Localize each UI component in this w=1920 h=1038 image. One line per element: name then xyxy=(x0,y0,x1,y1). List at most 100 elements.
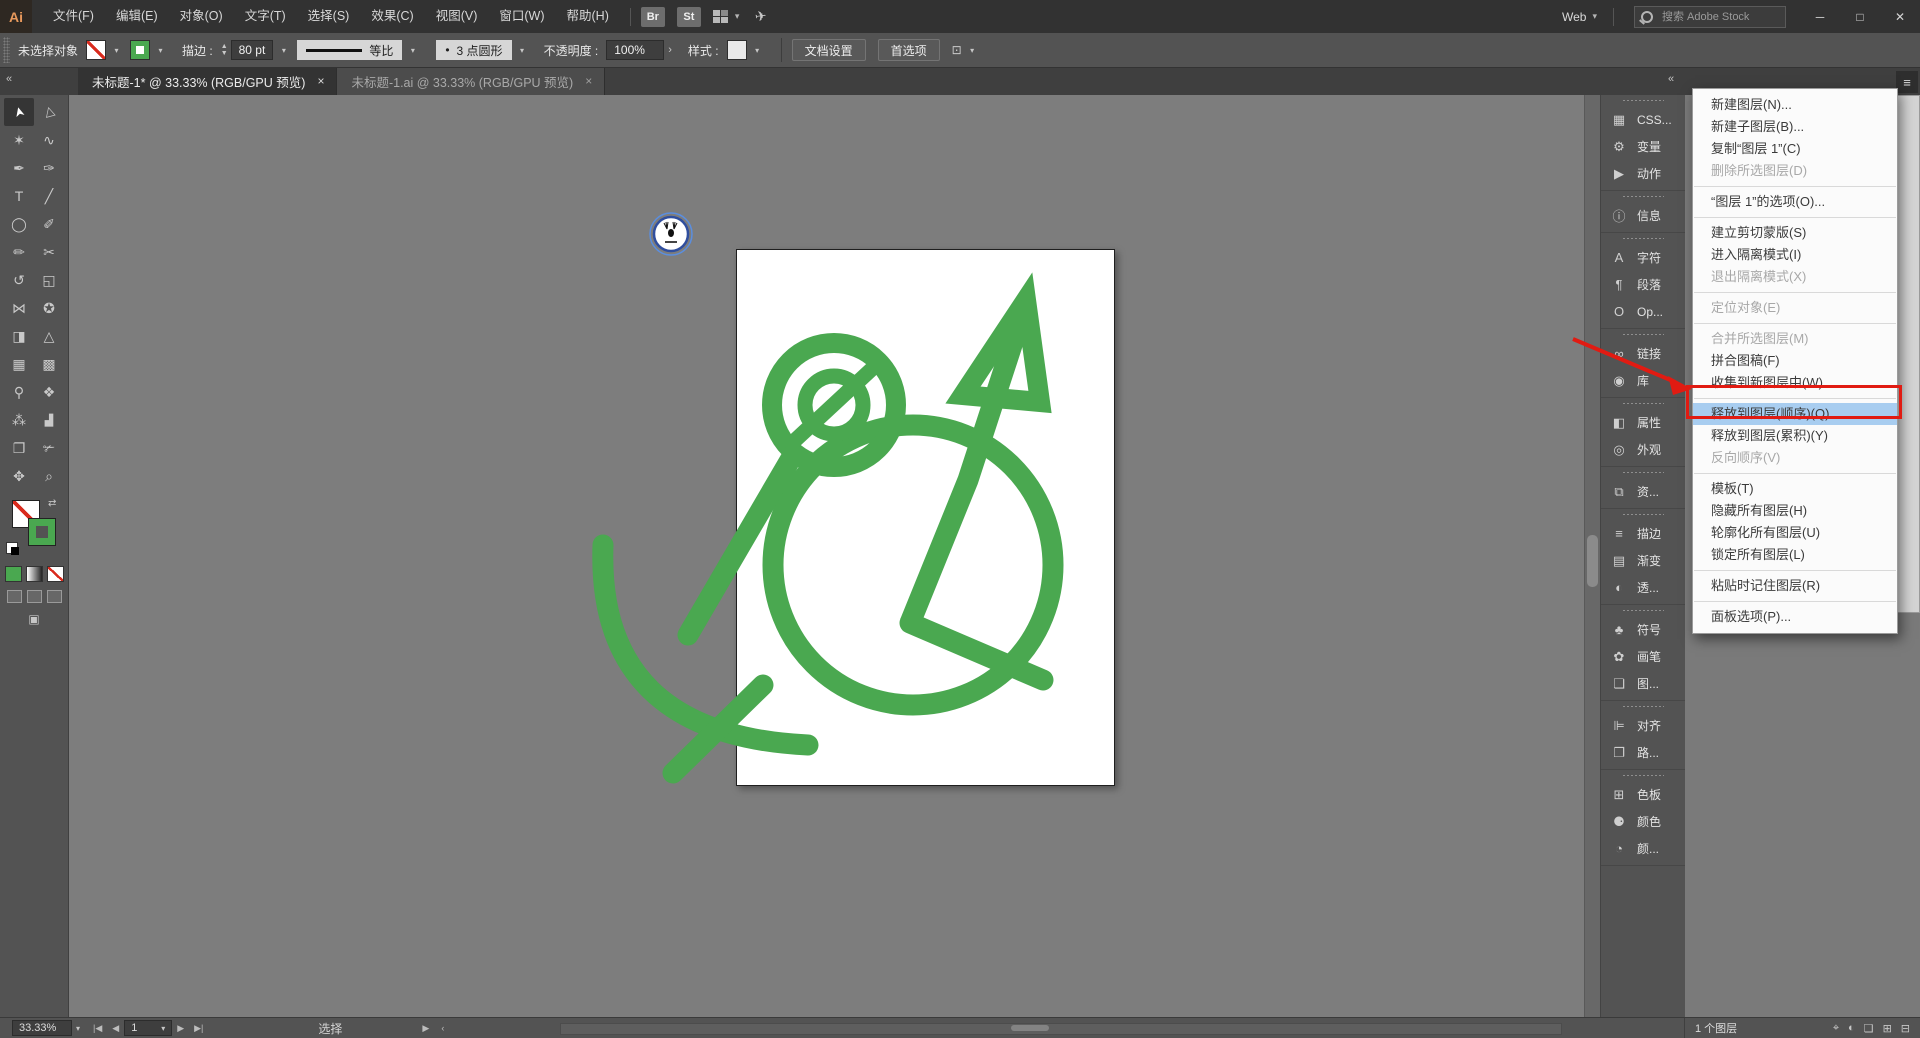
logo-sticker-object[interactable] xyxy=(650,213,692,255)
chevron-down-icon[interactable]: ▾ xyxy=(161,1024,165,1033)
color-panel[interactable]: ⚈颜色 xyxy=(1601,808,1685,835)
links-panel[interactable]: ∞链接 xyxy=(1601,340,1685,367)
artboard-tool[interactable]: ❐ xyxy=(4,434,34,462)
layers-menu-item[interactable]: “图层 1”的选项(O)... xyxy=(1693,191,1897,213)
vertical-scrollbar[interactable] xyxy=(1584,95,1601,1018)
drag-grip[interactable] xyxy=(3,37,10,63)
shape-builder-tool[interactable]: ◨ xyxy=(4,322,34,350)
artboard-number-field[interactable]: 1 ▾ xyxy=(124,1020,172,1036)
panel-group-handle[interactable] xyxy=(1622,471,1664,475)
menubar-item[interactable]: 窗口(W) xyxy=(488,0,555,33)
scissors-tool[interactable]: ✂ xyxy=(34,238,64,266)
panel-group-handle[interactable] xyxy=(1622,609,1664,613)
swap-fill-stroke-icon[interactable]: ⇄ xyxy=(48,498,56,509)
chevron-down-icon[interactable]: ▾ xyxy=(276,40,291,60)
document-tab[interactable]: 未标题-1.ai @ 33.33% (RGB/GPU 预览)× xyxy=(337,67,605,95)
rotate-tool[interactable]: ↺ xyxy=(4,266,34,294)
default-fill-stroke-icon[interactable] xyxy=(6,542,18,554)
chevron-down-icon[interactable]: ▾ xyxy=(515,40,530,60)
tab-close-icon[interactable]: × xyxy=(317,74,324,88)
chevron-down-icon[interactable]: ▾ xyxy=(109,40,124,60)
panel-group-handle[interactable] xyxy=(1622,99,1664,103)
perspective-grid-tool[interactable]: △ xyxy=(34,322,64,350)
curvature-tool[interactable]: ✑ xyxy=(34,154,64,182)
pathfinder-panel[interactable]: ❐路... xyxy=(1601,739,1685,766)
selection-tool[interactable]: ➤ xyxy=(4,98,34,126)
panel-group-handle[interactable] xyxy=(1622,774,1664,778)
hand-tool[interactable]: ✥ xyxy=(4,462,34,490)
paragraph-panel[interactable]: ¶段落 xyxy=(1601,271,1685,298)
info-panel[interactable]: ⓘ信息 xyxy=(1601,202,1685,229)
ellipse-tool[interactable]: ◯ xyxy=(4,210,34,238)
scroll-left-icon[interactable]: ‹ xyxy=(441,1023,444,1033)
menubar-item[interactable]: 选择(S) xyxy=(297,0,361,33)
symbol-sprayer-tool[interactable]: ⁂ xyxy=(4,406,34,434)
panel-group-handle[interactable] xyxy=(1622,705,1664,709)
gradient-panel[interactable]: ▤渐变 xyxy=(1601,547,1685,574)
libraries-panel[interactable]: ◉库 xyxy=(1601,367,1685,394)
transparency-panel[interactable]: ◐透... xyxy=(1601,574,1685,601)
layers-menu-item[interactable]: 新建图层(N)... xyxy=(1693,94,1897,116)
draw-normal-icon[interactable] xyxy=(7,590,22,603)
panel-group-handle[interactable] xyxy=(1622,237,1664,241)
minimize-button[interactable]: ─ xyxy=(1800,0,1840,33)
arrange-documents-icon[interactable] xyxy=(713,10,729,23)
layers-menu-item[interactable]: 建立剪切蒙版(S) xyxy=(1693,222,1897,244)
slice-tool[interactable]: ✃ xyxy=(34,434,64,462)
panel-flyout-menu-icon[interactable]: ≡ xyxy=(1896,71,1918,93)
chevron-down-icon[interactable]: ▾ xyxy=(750,40,765,60)
collapse-tools-icon[interactable]: « xyxy=(6,73,12,85)
last-artboard-icon[interactable]: ▶| xyxy=(194,1023,203,1034)
menubar-item[interactable]: 文件(F) xyxy=(42,0,105,33)
opacity-field[interactable]: 100% xyxy=(606,40,664,60)
workspace-switcher[interactable]: Web xyxy=(1562,10,1586,24)
menubar-item[interactable]: 帮助(H) xyxy=(556,0,620,33)
gradient-button[interactable] xyxy=(26,566,43,582)
color-guide-panel[interactable]: ◔颜... xyxy=(1601,835,1685,862)
tab-close-icon[interactable]: × xyxy=(585,74,592,88)
first-artboard-icon[interactable]: |◀ xyxy=(93,1023,102,1034)
direct-selection-tool[interactable]: ▷ xyxy=(34,98,64,126)
puppet-warp-tool[interactable]: ✪ xyxy=(34,294,64,322)
zoom-tool[interactable]: ⌕ xyxy=(34,462,64,490)
layers-menu-item[interactable]: 释放到图层(累积)(Y) xyxy=(1693,425,1897,447)
layers-menu-item[interactable]: 复制“图层 1”(C) xyxy=(1693,138,1897,160)
color-button[interactable] xyxy=(5,566,22,582)
layers-menu-item[interactable]: 拼合图稿(F) xyxy=(1693,350,1897,372)
delete-selection-icon[interactable]: ⊟ xyxy=(1901,1022,1910,1035)
layers-menu-item[interactable]: 新建子图层(B)... xyxy=(1693,116,1897,138)
next-artboard-icon[interactable]: ▶ xyxy=(177,1023,184,1034)
chevron-down-icon[interactable]: ▾ xyxy=(153,40,168,60)
previous-artboard-icon[interactable]: ◀ xyxy=(112,1023,119,1034)
pen-tool[interactable]: ✒ xyxy=(4,154,34,182)
magic-wand-tool[interactable]: ✶ xyxy=(4,126,34,154)
document-setup-button[interactable]: 文档设置 xyxy=(792,39,866,61)
variables-panel[interactable]: ⚙变量 xyxy=(1601,133,1685,160)
align-panel[interactable]: ⊫对齐 xyxy=(1601,712,1685,739)
lasso-tool[interactable]: ∿ xyxy=(34,126,64,154)
character-panel[interactable]: A字符 xyxy=(1601,244,1685,271)
width-tool[interactable]: ⋈ xyxy=(4,294,34,322)
type-tool[interactable]: T xyxy=(4,182,34,210)
align-options-icon[interactable]: ⊡ xyxy=(952,43,962,57)
swatches-panel[interactable]: ⊞色板 xyxy=(1601,781,1685,808)
screen-mode-icon[interactable]: ▣ xyxy=(0,612,68,626)
scale-tool[interactable]: ◱ xyxy=(34,266,64,294)
appearance-panel[interactable]: ◎外观 xyxy=(1601,436,1685,463)
vertical-scrollbar-thumb[interactable] xyxy=(1587,535,1598,587)
menu-item-release-to-layers-sequence[interactable]: 释放到图层(顺序)(Q) xyxy=(1693,403,1897,425)
fill-color-swatch[interactable] xyxy=(86,40,106,60)
layers-menu-item[interactable]: 锁定所有图层(L) xyxy=(1693,544,1897,566)
panel-group-handle[interactable] xyxy=(1622,402,1664,406)
actions-panel[interactable]: ▶动作 xyxy=(1601,160,1685,187)
layers-panel[interactable]: ❏图... xyxy=(1601,670,1685,697)
close-button[interactable]: ✕ xyxy=(1880,0,1920,33)
symbols-panel[interactable]: ♣符号 xyxy=(1601,616,1685,643)
brushes-panel[interactable]: ✿画笔 xyxy=(1601,643,1685,670)
status-expand-icon[interactable]: ▶ xyxy=(422,1023,429,1034)
chevron-down-icon[interactable]: ▾ xyxy=(1592,11,1597,22)
stroke-panel[interactable]: ≡描边 xyxy=(1601,520,1685,547)
css-properties-panel[interactable]: ▦CSS... xyxy=(1601,106,1685,133)
eyedropper-tool[interactable]: ⚲ xyxy=(4,378,34,406)
new-sublayer-icon[interactable]: ❏ xyxy=(1864,1022,1874,1035)
